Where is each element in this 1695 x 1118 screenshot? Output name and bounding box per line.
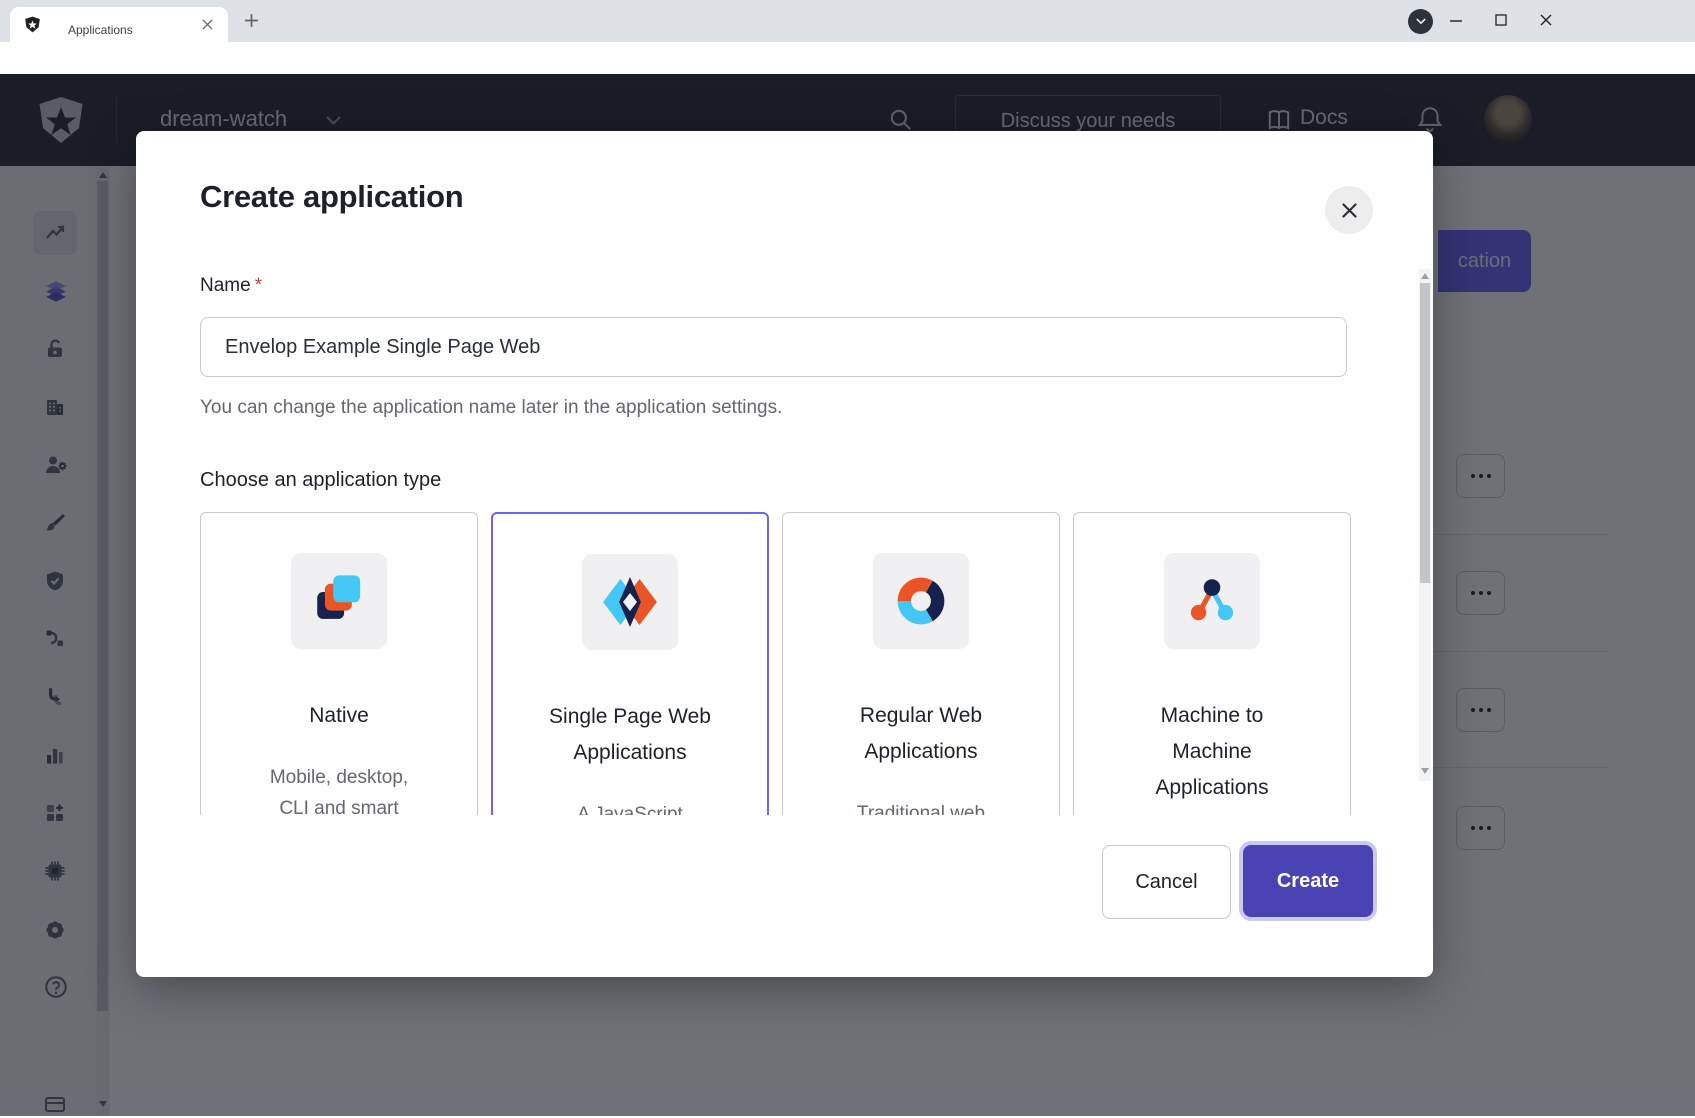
regular-web-icon — [873, 553, 969, 649]
close-icon — [1340, 201, 1359, 220]
card-title: Machine toMachineApplications — [1074, 698, 1350, 806]
window-close-button[interactable] — [1540, 14, 1552, 26]
choose-type-label: Choose an application type — [200, 469, 1369, 492]
new-tab-button[interactable] — [244, 13, 259, 28]
modal-body: Name* You can change the application nam… — [136, 249, 1433, 815]
application-name-input[interactable] — [200, 317, 1347, 377]
tab-title: Applications — [68, 23, 133, 37]
create-application-modal: Create application Name* You can change … — [136, 131, 1433, 977]
modal-scrollbar-thumb[interactable] — [1420, 283, 1430, 583]
modal-scrollbar[interactable] — [1419, 269, 1431, 781]
scroll-up-arrow-icon[interactable] — [1421, 273, 1429, 279]
m2m-icon — [1164, 553, 1260, 649]
auth0-favicon — [24, 16, 41, 33]
page-viewport: dream-watch Discuss your needs Docs — [0, 74, 1695, 1116]
required-asterisk: * — [255, 275, 262, 296]
card-title: Native — [201, 698, 477, 734]
tab-close-icon[interactable] — [202, 19, 213, 30]
card-native[interactable]: Native Mobile, desktop,CLI and smart — [200, 512, 478, 815]
browser-tab-strip: Applications — [0, 0, 1695, 42]
spa-icon — [582, 554, 678, 650]
name-label: Name* — [200, 275, 1369, 297]
native-icon — [291, 553, 387, 649]
window-maximize-button[interactable] — [1495, 14, 1507, 26]
card-regular-web[interactable]: Regular WebApplications Traditional web — [782, 512, 1060, 815]
browser-update-menu-icon[interactable] — [1408, 9, 1433, 34]
card-single-page-web[interactable]: Single Page WebApplications A JavaScript — [491, 512, 769, 815]
card-title: Single Page WebApplications — [493, 699, 767, 771]
modal-title: Create application — [200, 179, 463, 215]
cancel-button[interactable]: Cancel — [1102, 845, 1231, 919]
card-title: Regular WebApplications — [783, 698, 1059, 770]
card-description: Traditional web — [783, 798, 1059, 815]
application-type-cards: Native Mobile, desktop,CLI and smart Sin… — [200, 512, 1369, 815]
browser-tab[interactable]: Applications — [10, 7, 228, 42]
card-description: Mobile, desktop,CLI and smart — [201, 762, 477, 815]
modal-close-button[interactable] — [1325, 186, 1373, 234]
create-button[interactable]: Create — [1243, 845, 1373, 917]
name-helper-text: You can change the application name late… — [200, 397, 1369, 419]
scroll-down-arrow-icon[interactable] — [1419, 765, 1431, 774]
card-machine-to-machine[interactable]: Machine toMachineApplications — [1073, 512, 1351, 815]
card-description: A JavaScript — [493, 799, 767, 815]
browser-toolbar: manage.auth0.com/dashboard/eu/dream-watc… — [0, 42, 1695, 75]
window-minimize-button[interactable] — [1450, 20, 1464, 22]
